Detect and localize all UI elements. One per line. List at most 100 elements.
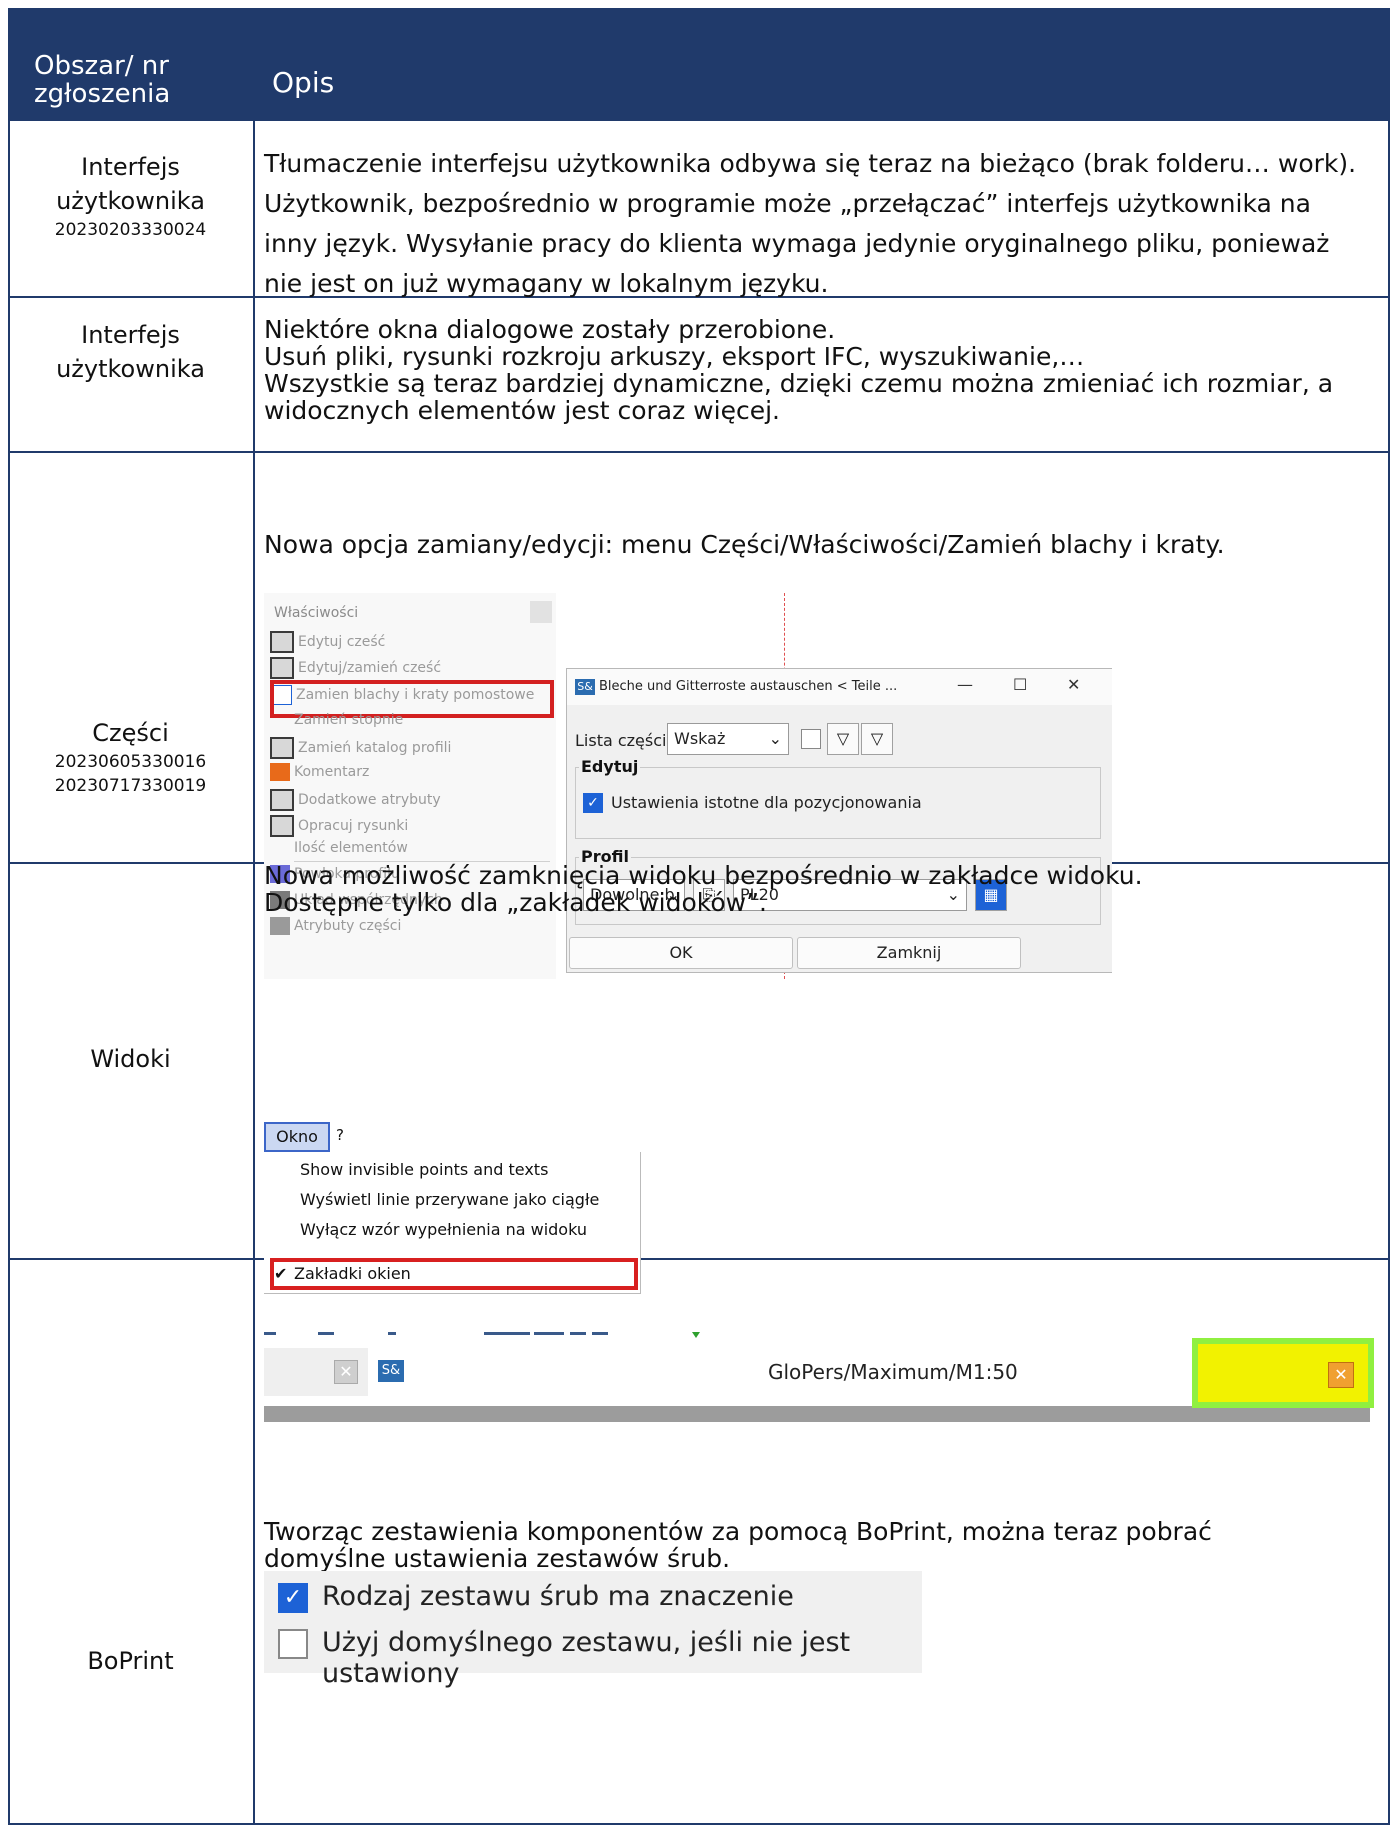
positioning-checkbox-label: Ustawienia istotne dla pozycjonowania <box>611 793 922 812</box>
description-line: domyślne ustawienia zestawów śrub. <box>264 1544 731 1573</box>
menu-item-label: Komentarz <box>294 764 370 780</box>
parts-list-value: Wskaż <box>674 729 726 748</box>
menu-help[interactable]: ? <box>336 1126 344 1144</box>
menu-item-comment[interactable]: Komentarz <box>270 763 369 791</box>
close-tab-icon[interactable]: ✕ <box>1328 1362 1354 1388</box>
row-description: Tłumaczenie interfejsu użytkownika odbyw… <box>264 149 1357 298</box>
ticket-number: 20230717330019 <box>54 776 207 796</box>
header-area-line1: Obszar/ nr <box>34 51 169 81</box>
area-label: Widoki <box>90 1045 171 1073</box>
stairs-icon <box>270 711 290 729</box>
app-icon: S& <box>378 1360 404 1382</box>
area-label-line2: użytkownika <box>56 355 205 383</box>
row-area: Części 20230605330016 20230717330019 <box>8 716 253 798</box>
row-description: Nowa opcja zamiany/edycji: menu Części/W… <box>264 530 1225 559</box>
minimize-button[interactable]: — <box>957 675 973 694</box>
drawings-icon <box>270 815 294 837</box>
default-set-label: Użyj domyślnego zestawu, jeśli nie jest … <box>322 1627 851 1689</box>
default-set-checkbox[interactable] <box>278 1629 308 1659</box>
header-description-column: Opis <box>272 66 335 99</box>
description-line: Dostępne tylko dla „zakładek widoków”. <box>264 888 768 917</box>
table-column-divider <box>253 121 255 1825</box>
inactive-close-icon[interactable]: ✕ <box>334 1360 358 1384</box>
screenshot-properties-dialog: Właściwości Edytuj cześć Edytuj/zamień c… <box>264 593 1112 979</box>
menu-item-dashed-lines[interactable]: Wyświetl linie przerywane jako ciągłe <box>300 1190 599 1209</box>
menu-item-label: Atrybuty części <box>294 918 402 934</box>
parts-list-label: Lista części <box>575 731 667 750</box>
area-label: BoPrint <box>87 1647 174 1675</box>
filter-checkbox[interactable] <box>801 729 821 749</box>
ticket-number: 20230605330016 <box>54 752 207 772</box>
area-label-line2: użytkownika <box>56 187 205 215</box>
filter-icon[interactable]: ▽ <box>827 723 859 755</box>
bolt-set-type-label: Rodzaj zestawu śrub ma znaczenie <box>322 1581 794 1612</box>
table-border-right <box>1388 121 1390 1825</box>
menu-item-label: Edytuj/zamień cześć <box>298 660 442 676</box>
attributes-icon <box>270 789 294 811</box>
comment-icon <box>270 763 290 781</box>
header-area-column: Obszar/ nr zgłoszenia <box>34 52 170 108</box>
row-divider <box>8 1258 1390 1260</box>
view-tab-bar: ✕ S& GloPers/Maximum/M1:50 ✕ <box>264 1300 1374 1422</box>
ok-button[interactable]: OK <box>569 937 793 969</box>
window-menu-dropdown: Show invisible points and texts Wyświetl… <box>264 1152 641 1294</box>
chevron-down-icon: ⌄ <box>768 729 782 748</box>
edit-part-icon <box>270 631 294 653</box>
area-label-line1: Interfejs <box>81 321 180 349</box>
tab-strip-bottom <box>264 1406 1370 1422</box>
blank-icon <box>270 839 290 857</box>
bolt-set-type-checkbox[interactable]: ✓ <box>278 1583 308 1613</box>
row-description: Tworząc zestawienia komponentów za pomoc… <box>264 1518 1369 1572</box>
properties-menu: Właściwości Edytuj cześć Edytuj/zamień c… <box>264 593 557 979</box>
menu-item-label: Opracuj rysunki <box>298 818 409 834</box>
screenshot-boprint-options: ✓ Rodzaj zestawu śrub ma znaczenie Użyj … <box>264 1571 922 1689</box>
table-header: Obszar/ nr zgłoszenia Opis <box>8 8 1390 121</box>
highlight-box <box>270 1258 638 1290</box>
header-area-line2: zgłoszenia <box>34 79 171 109</box>
menu-item-label: Dodatkowe atrybuty <box>298 792 441 808</box>
menu-item-label: Edytuj cześć <box>298 634 386 650</box>
dialog-title: Bleche und Gitterroste austauschen < Tei… <box>599 679 898 694</box>
menu-okno[interactable]: Okno <box>264 1122 330 1152</box>
menu-item-label: Ilość elementów <box>294 840 408 856</box>
app-icon: S& <box>575 679 595 695</box>
description-line: Tworząc zestawienia komponentów za pomoc… <box>264 1517 1212 1546</box>
view-tab[interactable]: S& GloPers/Maximum/M1:50 ✕ <box>368 1338 1374 1408</box>
area-label: Części <box>92 719 169 747</box>
menu-item-replace-stairs[interactable]: Zamień stopnie <box>270 711 403 739</box>
menu-title: Właściwości <box>274 605 359 621</box>
menu-item-fill-pattern[interactable]: Wyłącz wzór wypełnienia na widoku <box>300 1220 587 1239</box>
replace-plates-dialog: S& Bleche und Gitterroste austauschen < … <box>566 668 1112 973</box>
close-icon[interactable]: ✕ <box>1067 675 1080 694</box>
menu-close-icon[interactable] <box>530 601 552 623</box>
close-button[interactable]: Zamknij <box>797 937 1021 969</box>
maximize-button[interactable]: ☐ <box>1013 675 1027 694</box>
part-attributes-icon <box>270 917 290 935</box>
dialog-titlebar: S& Bleche und Gitterroste austauschen < … <box>567 669 1112 705</box>
description-line: Wszystkie są teraz bardziej dynamiczne, … <box>264 369 1334 425</box>
view-tabs: ✕ S& GloPers/Maximum/M1:50 ✕ <box>264 1338 1374 1422</box>
row-area: Interfejs użytkownika <box>8 318 253 386</box>
edit-group-label: Edytuj <box>579 757 641 776</box>
filter-clear-icon[interactable]: ▽ <box>861 723 893 755</box>
parts-list-select[interactable]: Wskaż ⌄ <box>667 723 789 755</box>
row-description: Nowa możliwość zamknięcia widoku bezpośr… <box>264 862 1369 916</box>
positioning-checkbox[interactable]: ✓ <box>583 793 603 813</box>
menu-item-replace-catalog[interactable]: Zamień katalog profili <box>270 737 451 765</box>
menu-item-show-invisible[interactable]: Show invisible points and texts <box>300 1160 548 1179</box>
menu-item-part-attributes[interactable]: Atrybuty części <box>270 917 401 945</box>
menu-item-edit-part[interactable]: Edytuj cześć <box>270 631 385 659</box>
ticket-number: 20230203330024 <box>54 220 207 240</box>
row-area: BoPrint <box>8 1644 253 1678</box>
toolbar-remnants <box>264 1332 700 1338</box>
row-description: Niektóre okna dialogowe zostały przerobi… <box>264 316 1369 424</box>
description-line: Usuń pliki, rysunki rozkroju arkuszy, ek… <box>264 342 1085 371</box>
view-tab-title: GloPers/Maximum/M1:50 <box>768 1360 1018 1384</box>
row-divider <box>8 451 1390 453</box>
menu-item-label: Zamień katalog profili <box>298 740 452 756</box>
area-label-line1: Interfejs <box>81 153 180 181</box>
menu-item-attributes[interactable]: Dodatkowe atrybuty <box>270 789 441 817</box>
menu-item-label: Zamień stopnie <box>294 712 404 728</box>
description-line: Nowa możliwość zamknięcia widoku bezpośr… <box>264 861 1143 890</box>
row-area: Interfejs użytkownika 20230203330024 <box>8 150 253 242</box>
